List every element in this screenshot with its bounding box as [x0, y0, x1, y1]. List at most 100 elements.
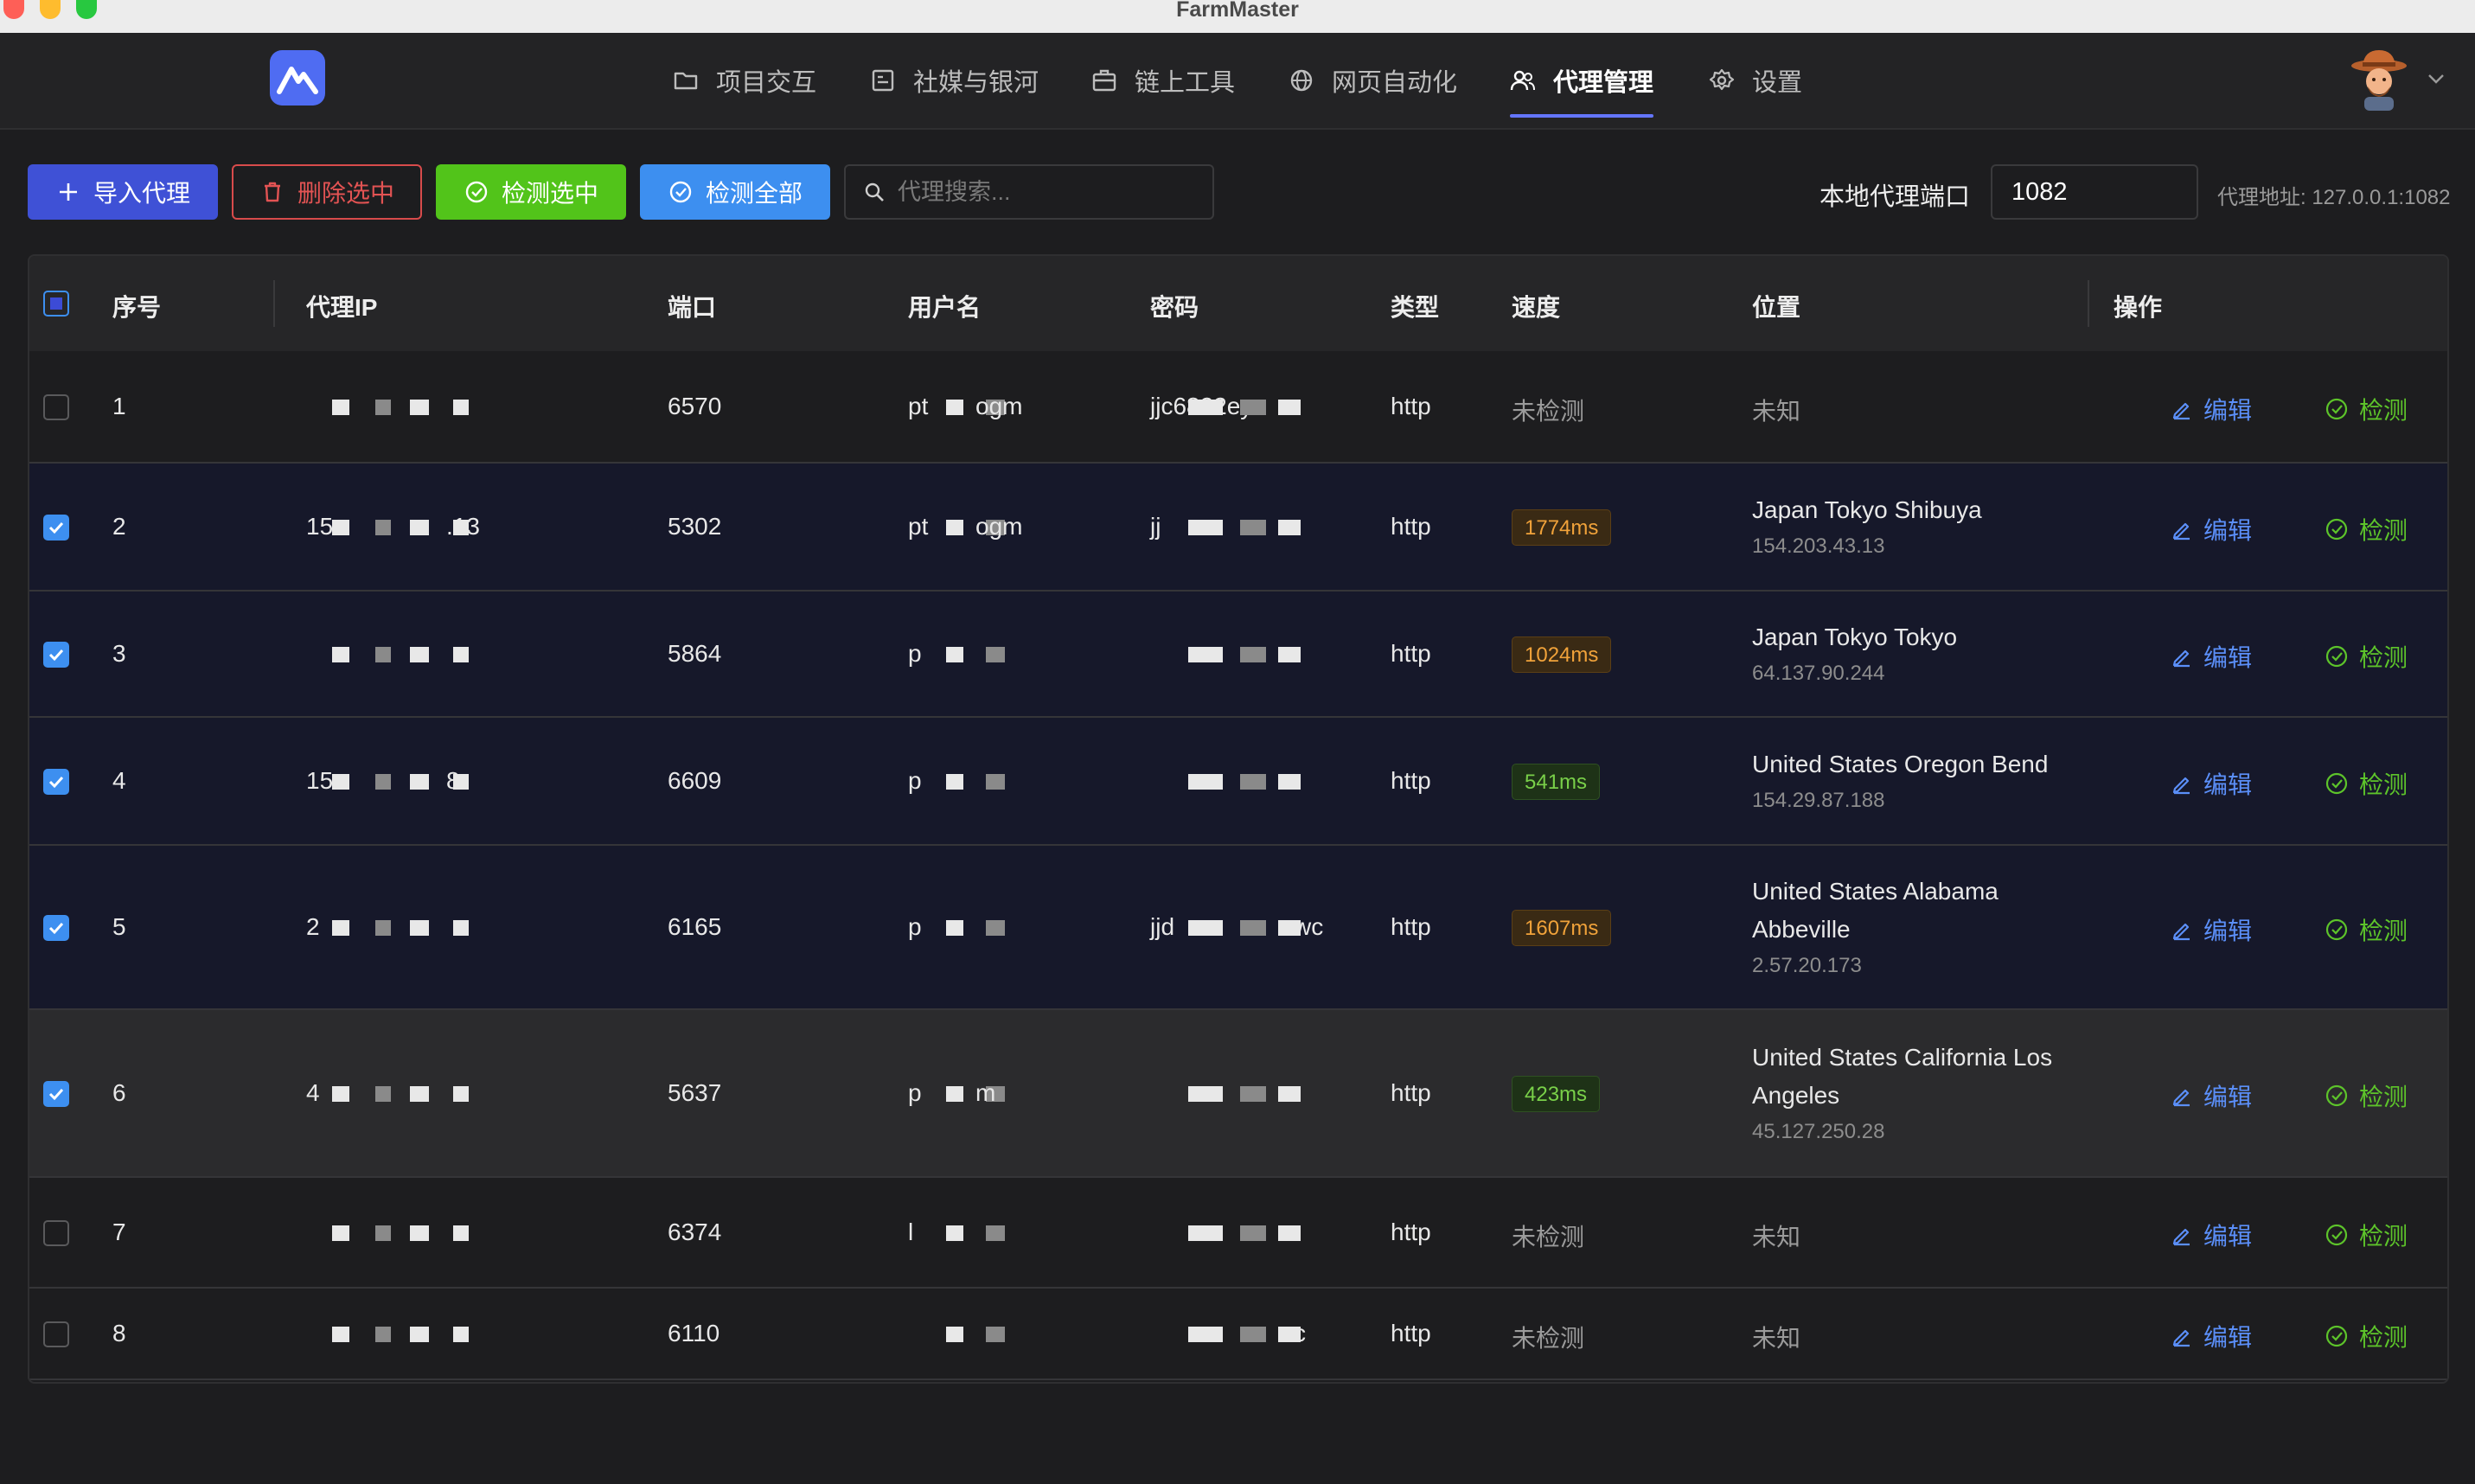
redacted-block	[1278, 774, 1301, 790]
edit-button[interactable]: 编辑	[2171, 766, 2252, 801]
local-port-label: 本地代理端口	[1819, 183, 1971, 211]
redacted-block	[410, 1327, 429, 1342]
redacted-block	[946, 400, 963, 415]
redacted-block	[375, 647, 391, 662]
pencil-icon	[2172, 649, 2190, 668]
row-checkbox[interactable]	[43, 642, 69, 668]
location-name: United States California Los Angeles	[1752, 1044, 2053, 1109]
location-name: Japan Tokyo Shibuya	[1752, 496, 1982, 523]
chevron-down-icon[interactable]	[2425, 67, 2447, 90]
proxy-username-start: p	[908, 913, 922, 940]
edit-button[interactable]: 编辑	[2171, 512, 2252, 547]
redacted-block	[453, 1225, 469, 1241]
pencil-icon	[2172, 1228, 2190, 1246]
check-proxy-label: 检测	[2359, 517, 2408, 544]
select-all-checkbox[interactable]	[43, 291, 69, 317]
check-proxy-button[interactable]: 检测	[2325, 1218, 2408, 1252]
nav-item-settings[interactable]: 设置	[1709, 61, 1802, 100]
redacted-block	[332, 520, 349, 535]
row-checkbox[interactable]	[43, 394, 69, 420]
local-port-input[interactable]	[1991, 164, 2198, 220]
row-checkbox[interactable]	[43, 1081, 69, 1107]
edit-button[interactable]: 编辑	[2171, 1218, 2252, 1252]
proxy-search-box[interactable]	[844, 164, 1214, 220]
proxy-port: 6374	[668, 1219, 722, 1245]
redacted-block	[1188, 520, 1223, 535]
redacted-block	[375, 920, 391, 936]
table-row[interactable]: 7 6374 l http 未检测 未知 编辑 检测	[29, 1178, 2447, 1289]
edit-button[interactable]: 编辑	[2171, 639, 2252, 674]
row-checkbox[interactable]	[43, 515, 69, 541]
row-index: 4	[112, 767, 126, 794]
row-checkbox[interactable]	[43, 1321, 69, 1347]
check-proxy-button[interactable]: 检测	[2325, 1078, 2408, 1113]
nav-item-social[interactable]: 社媒与银河	[870, 61, 1039, 100]
proxy-username-start: p	[908, 1079, 922, 1106]
check-proxy-label: 检测	[2359, 1324, 2408, 1351]
redacted-block	[1240, 1225, 1266, 1241]
delete-selected-button[interactable]: 删除选中	[232, 164, 422, 220]
redacted-block	[946, 520, 963, 535]
nav-item-web-automation[interactable]: 网页自动化	[1289, 61, 1457, 100]
location-name: 未知	[1752, 1224, 1801, 1251]
edit-label: 编辑	[2203, 1223, 2253, 1250]
check-proxy-label: 检测	[2359, 644, 2408, 671]
redacted-block	[1278, 647, 1301, 662]
edit-button[interactable]: 编辑	[2171, 912, 2252, 947]
table-header: 序号 代理IP 端口 用户名 密码 类型 速度 位置 操作	[29, 256, 2447, 354]
location-ip: 64.137.90.244	[1752, 662, 1885, 685]
proxy-username-start: l	[908, 1219, 914, 1245]
edit-label: 编辑	[2203, 397, 2253, 424]
checkmark-icon	[48, 521, 64, 534]
edit-button[interactable]: 编辑	[2171, 1319, 2252, 1353]
table-row[interactable]: 2 15 .13 5302 pt ogm jj http 1774ms Japa…	[29, 464, 2447, 592]
check-proxy-button[interactable]: 检测	[2325, 912, 2408, 947]
proxy-username-start: pt	[908, 513, 929, 540]
speed-text: 未检测	[1512, 398, 1585, 425]
table-row[interactable]: 1 6570 pt ogm jjc6822eyx http 未检测 未知 编辑 …	[29, 351, 2447, 464]
nav-item-project[interactable]: 项目交互	[673, 61, 816, 100]
edit-button[interactable]: 编辑	[2171, 392, 2252, 426]
edit-label: 编辑	[2203, 1084, 2253, 1110]
avatar[interactable]	[2349, 48, 2409, 111]
column-divider	[2088, 280, 2089, 327]
check-circle-icon	[465, 181, 488, 203]
proxy-password-end: c	[1294, 1320, 1306, 1346]
edit-button[interactable]: 编辑	[2171, 1078, 2252, 1113]
pencil-icon	[2172, 923, 2190, 941]
table-row[interactable]: 5 2 6165 p jjd wc http 1607ms United Sta…	[29, 846, 2447, 1010]
import-proxy-button[interactable]: 导入代理	[28, 164, 218, 220]
proxy-password-start: jj	[1150, 513, 1161, 540]
nav-item-onchain[interactable]: 链上工具	[1091, 61, 1235, 100]
checkmark-icon	[48, 1088, 64, 1101]
redacted-block	[332, 1086, 349, 1102]
redacted-block	[453, 400, 469, 415]
check-selected-button[interactable]: 检测选中	[436, 164, 626, 220]
check-all-button[interactable]: 检测全部	[640, 164, 830, 220]
redacted-block	[332, 774, 349, 790]
proxy-username-start: p	[908, 640, 922, 667]
redacted-block	[1188, 920, 1223, 936]
row-index: 5	[112, 913, 126, 940]
row-checkbox[interactable]	[43, 769, 69, 795]
redacted-block	[986, 774, 1005, 790]
redacted-block	[410, 1225, 429, 1241]
row-index: 3	[112, 640, 126, 667]
check-proxy-button[interactable]: 检测	[2325, 639, 2408, 674]
check-proxy-button[interactable]: 检测	[2325, 392, 2408, 426]
nav-item-proxy[interactable]: 代理管理	[1510, 61, 1653, 100]
proxy-search-input[interactable]	[896, 177, 1211, 207]
table-row[interactable]: 4 15 8 6609 p http 541ms United States O…	[29, 718, 2447, 846]
table-row[interactable]: 3 5864 p http 1024ms Japan Tokyo Tokyo 6…	[29, 592, 2447, 718]
app-logo[interactable]	[270, 50, 325, 106]
check-selected-label: 检测选中	[501, 180, 598, 207]
window-titlebar: FarmMaster	[0, 0, 2475, 34]
check-proxy-button[interactable]: 检测	[2325, 1319, 2408, 1353]
check-proxy-button[interactable]: 检测	[2325, 766, 2408, 801]
table-row[interactable]: 6 4 5637 p m http 423ms United States Ca…	[29, 1010, 2447, 1178]
check-proxy-button[interactable]: 检测	[2325, 512, 2408, 547]
row-checkbox[interactable]	[43, 1220, 69, 1246]
row-index: 2	[112, 513, 126, 540]
row-checkbox[interactable]	[43, 915, 69, 941]
table-row[interactable]: 8 6110 c http 未检测 未知 编辑 检测	[29, 1289, 2447, 1380]
